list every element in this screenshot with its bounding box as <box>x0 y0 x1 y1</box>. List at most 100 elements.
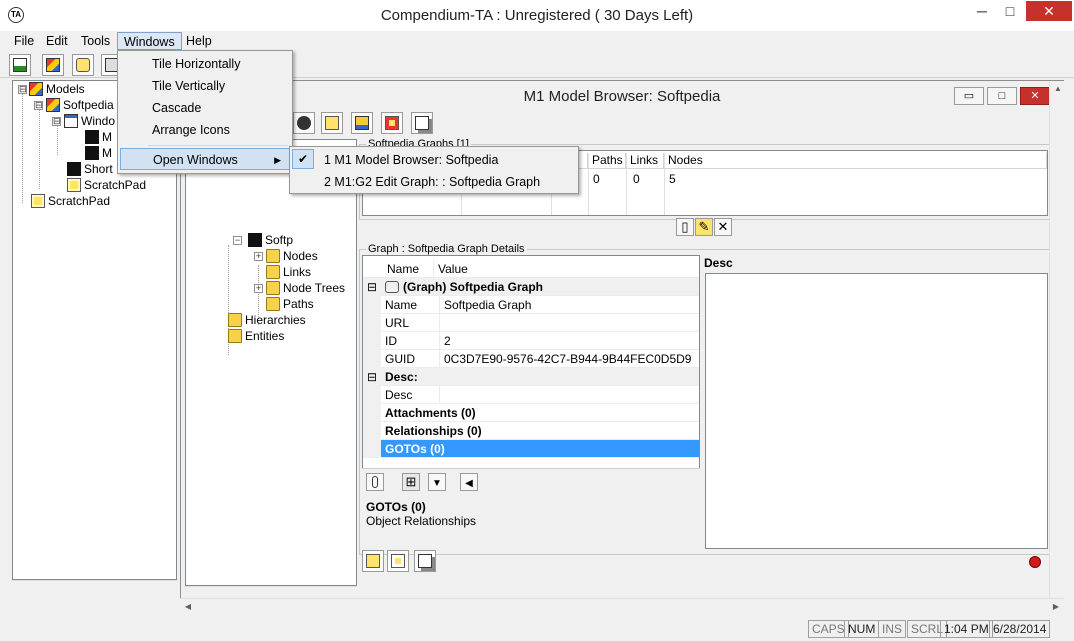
left-tree-hscroll[interactable] <box>12 580 177 596</box>
maximize-button[interactable]: □ <box>996 1 1024 21</box>
expander-models[interactable]: ⊟ <box>18 85 27 94</box>
child-minimize-button[interactable]: ▭ <box>954 87 984 105</box>
tree-item-window-1[interactable]: M <box>85 129 112 145</box>
menu-item-open-windows[interactable]: Open Windows ▶ <box>120 148 290 170</box>
tree-item-models[interactable]: Models <box>29 81 85 97</box>
expander-node-trees[interactable]: + <box>254 284 263 293</box>
property-row-guid[interactable]: GUID 0C3D7E90-9576-42C7-B944-9B44FEC0D5D… <box>363 350 699 368</box>
property-value-desc[interactable] <box>439 386 699 404</box>
stop-icon[interactable] <box>1029 556 1041 568</box>
category-graph[interactable]: ⊟ (Graph) Softpedia Graph <box>363 278 699 296</box>
menu-file[interactable]: File <box>8 32 40 50</box>
child-vscroll[interactable]: ▲ ▼ <box>1049 81 1065 616</box>
help-item-button[interactable] <box>381 112 403 134</box>
graph-row-nodes[interactable]: 5 <box>665 171 676 187</box>
property-value-url[interactable] <box>439 314 699 332</box>
tree-item-entities[interactable]: Entities <box>228 328 284 344</box>
copy-button[interactable] <box>411 112 433 134</box>
tree-item-nodes[interactable]: Nodes <box>266 248 318 264</box>
property-view-button[interactable]: ⊞ <box>402 473 420 491</box>
collapse-icon[interactable]: ⊟ <box>363 280 377 294</box>
property-grid-header: Name Value <box>363 260 699 278</box>
property-value-guid[interactable]: 0C3D7E90-9576-42C7-B944-9B44FEC0D5D9 <box>439 350 699 368</box>
tree-item-node-trees[interactable]: Node Trees <box>266 280 345 296</box>
expander-softpedia[interactable]: ⊟ <box>34 101 43 110</box>
collapse-icon[interactable]: ⊟ <box>363 370 377 384</box>
bottom-edit-button[interactable] <box>362 550 384 572</box>
tree-item-windows[interactable]: Windo <box>64 113 115 129</box>
menu-edit[interactable]: Edit <box>40 32 74 50</box>
toolbar-models-button[interactable] <box>9 54 31 76</box>
property-value-id[interactable]: 2 <box>439 332 699 350</box>
expander-windows[interactable]: ⊟ <box>52 117 61 126</box>
expander-graph[interactable]: − <box>233 236 242 245</box>
child-maximize-button[interactable]: □ <box>987 87 1017 105</box>
menu-item-tile-vertically[interactable]: Tile Vertically <box>120 75 290 97</box>
edit-graph-button[interactable] <box>321 112 343 134</box>
open-window-item-1[interactable]: 1 M1 Model Browser: Softpedia <box>292 149 576 171</box>
relationships-row[interactable]: Relationships (0) <box>363 422 699 440</box>
close-button[interactable]: ✕ <box>1026 1 1072 21</box>
tree-item-scratchpad[interactable]: ScratchPad <box>31 193 110 209</box>
toolbar-open-button[interactable] <box>72 54 94 76</box>
desc-textarea[interactable] <box>705 273 1048 549</box>
menu-item-tile-horizontally[interactable]: Tile Horizontally <box>120 53 290 75</box>
new-graph-button[interactable]: ▯ <box>676 218 694 236</box>
property-row-name[interactable]: Name Softpedia Graph <box>363 296 699 314</box>
tree-item-links[interactable]: Links <box>266 264 311 280</box>
child-close-button[interactable]: ✕ <box>1020 87 1050 105</box>
minimize-button[interactable]: ─ <box>968 1 996 21</box>
graph-row-links[interactable]: 0 <box>629 171 640 187</box>
property-info: GOTOs (0) Object Relationships <box>362 494 700 547</box>
menu-item-arrange-icons[interactable]: Arrange Icons <box>120 119 290 141</box>
delete-graph-button[interactable]: ✕ <box>714 218 732 236</box>
property-row-desc[interactable]: Desc <box>363 386 699 404</box>
graphs-header-nodes[interactable]: Nodes <box>664 153 1047 169</box>
save-button[interactable] <box>351 112 373 134</box>
tree-item-hierarchies[interactable]: Hierarchies <box>228 312 306 328</box>
edit-graph-icon <box>325 116 339 130</box>
scroll-right-icon[interactable]: ▶ <box>1048 599 1064 615</box>
menu-tools[interactable]: Tools <box>75 32 116 50</box>
bottom-edit2-button[interactable] <box>387 550 409 572</box>
window-icon <box>64 114 78 128</box>
graphs-header-paths[interactable]: Paths <box>588 153 626 169</box>
graph-icon <box>85 130 99 144</box>
tree-item-window-2[interactable]: M <box>85 145 112 161</box>
gotos-row[interactable]: GOTOs (0) <box>363 440 699 458</box>
attachments-row[interactable]: Attachments (0) <box>363 404 699 422</box>
scroll-left-icon[interactable]: ◀ <box>180 599 196 615</box>
expander-nodes[interactable]: + <box>254 252 263 261</box>
bottom-copy-button[interactable] <box>414 550 436 572</box>
open-window-item-2[interactable]: 2 M1:G2 Edit Graph: : Softpedia Graph <box>292 171 576 193</box>
menu-help[interactable]: Help <box>180 32 218 50</box>
property-value-name[interactable]: Softpedia Graph <box>439 296 699 314</box>
status-num: NUM <box>844 620 880 638</box>
mdi-hscroll[interactable]: ◀ ▶ <box>180 598 1064 615</box>
category-desc[interactable]: ⊟ Desc: <box>363 368 699 386</box>
question-icon <box>385 116 399 130</box>
tree-item-shortcuts[interactable]: Short <box>67 161 113 177</box>
graph-row-paths[interactable]: 0 <box>589 171 600 187</box>
graphs-header-links[interactable]: Links <box>626 153 664 169</box>
tree-item-graph[interactable]: Softp <box>248 232 293 248</box>
graph-tree[interactable]: − + + Softp Nodes Links Node Trees Paths… <box>185 139 357 586</box>
shortcut-icon <box>67 162 81 176</box>
property-row-id[interactable]: ID 2 <box>363 332 699 350</box>
property-dropdown-button[interactable]: ▼ <box>428 473 446 491</box>
attach-button[interactable] <box>366 473 384 491</box>
tree-item-softpedia[interactable]: Softpedia <box>46 97 114 113</box>
toolbar-new-model-button[interactable] <box>42 54 64 76</box>
tree-item-paths[interactable]: Paths <box>266 296 314 312</box>
tree-item-scratchpad-model[interactable]: ScratchPad <box>67 177 146 193</box>
goto-back-button[interactable]: ◀ <box>460 473 478 491</box>
find-button[interactable] <box>293 112 315 134</box>
property-row-url[interactable]: URL <box>363 314 699 332</box>
window-title: Compendium-TA : Unregistered ( 30 Days L… <box>380 7 694 24</box>
open-windows-submenu: ✔ 1 M1 Model Browser: Softpedia 2 M1:G2 … <box>289 146 579 194</box>
info-title: GOTOs (0) <box>366 500 426 514</box>
menu-item-cascade[interactable]: Cascade <box>120 97 290 119</box>
menu-windows[interactable]: Windows <box>117 32 182 50</box>
edit-graph-item-button[interactable]: ✎ <box>695 218 713 236</box>
scroll-up-icon[interactable]: ▲ <box>1050 81 1066 97</box>
